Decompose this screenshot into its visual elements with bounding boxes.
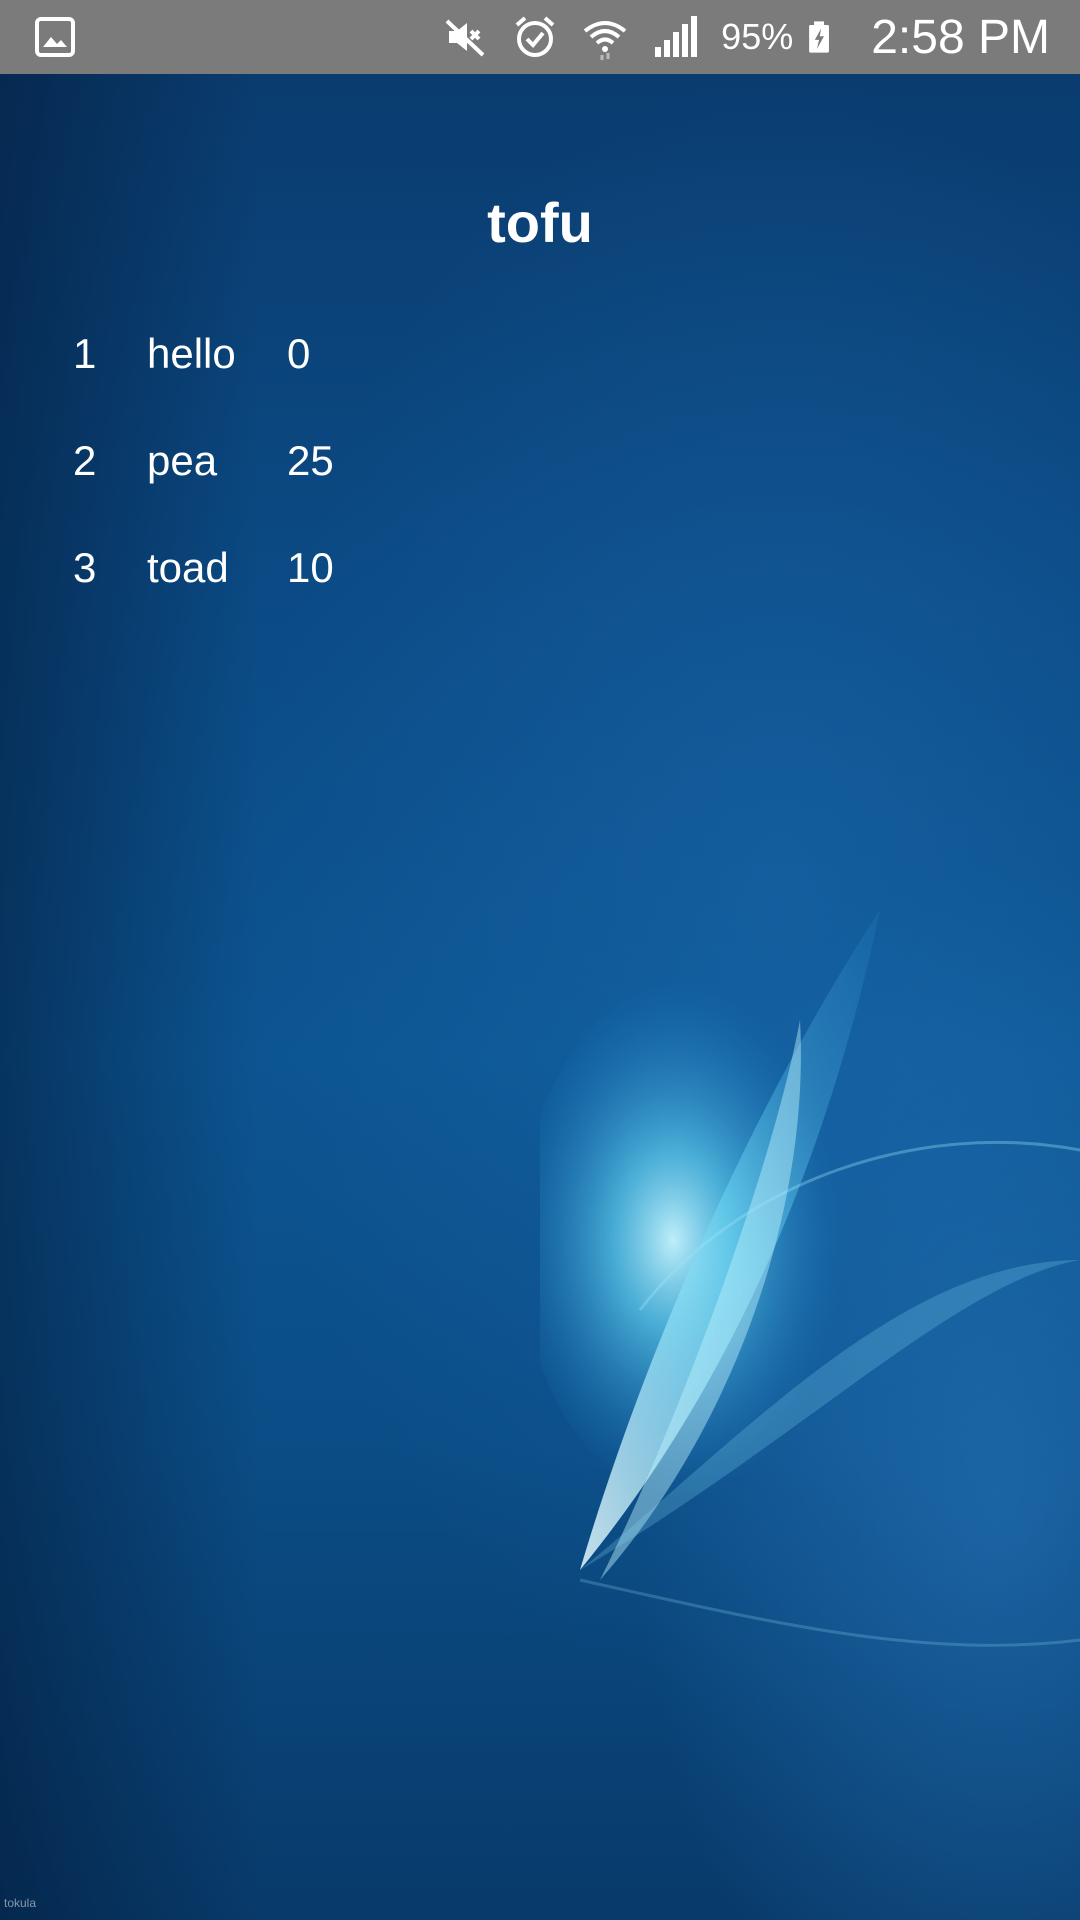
score-label: 10 — [287, 544, 334, 591]
screen: 95% 2:58 PM tofu 1 hello 0 2 pea 25 3 to… — [0, 0, 1080, 1920]
signal-icon — [655, 16, 698, 57]
gallery-icon — [35, 17, 75, 57]
rank-label: 2 — [73, 437, 97, 484]
score-label: 25 — [287, 437, 334, 484]
rank-label: 1 — [73, 330, 97, 377]
clock: 2:58 PM — [871, 10, 1050, 64]
wifi-icon — [583, 21, 627, 60]
name-label: pea — [147, 437, 218, 484]
alarm-icon — [515, 16, 555, 57]
score-label: 0 — [287, 330, 311, 377]
rank-label: 3 — [73, 544, 97, 591]
mute-icon — [445, 19, 485, 57]
app-title: tofu — [487, 191, 593, 254]
wallpaper-watermark: tokula — [4, 1896, 37, 1910]
name-label: toad — [147, 544, 229, 591]
battery-charging-icon — [809, 21, 830, 53]
battery-percent: 95% — [721, 16, 794, 57]
wallpaper-flower-decoration — [540, 910, 1080, 1647]
status-bar: 95% 2:58 PM — [0, 0, 1080, 74]
name-label: hello — [147, 330, 236, 377]
